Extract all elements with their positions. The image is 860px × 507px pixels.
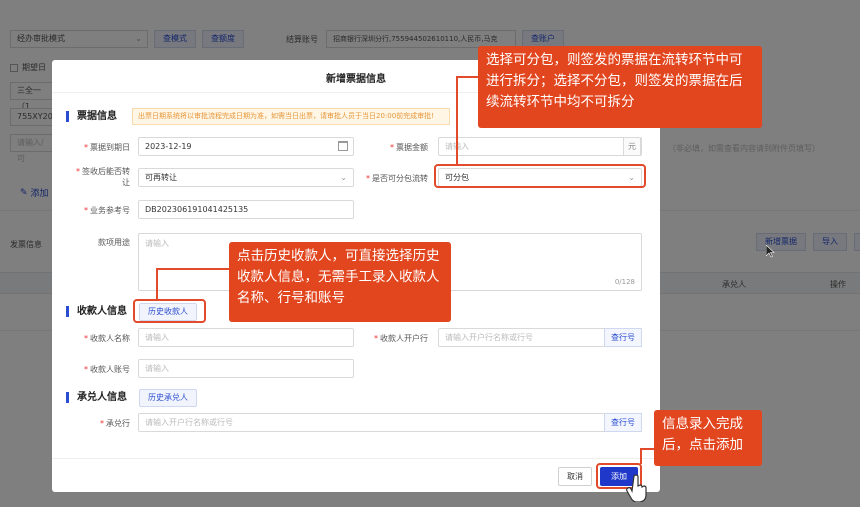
transfer-label: * 签收后能否转让: [76, 167, 130, 187]
footer-divider: [52, 458, 660, 459]
history-pointer-line-h: [156, 268, 230, 270]
history-pointer-line: [156, 268, 158, 300]
payee-bank-label: * 收款人开户行: [374, 334, 428, 343]
amount-field[interactable]: 请输入元: [438, 137, 642, 156]
split-highlight: [434, 164, 646, 188]
transfer-select[interactable]: 可再转让 ⌄: [138, 168, 354, 187]
payee-name-label: * 收款人名称: [84, 334, 130, 343]
history-payee-callout: 点击历史收款人，可直接选择历史收款人信息，无需手工录入收款人名称、行号和账号: [229, 242, 451, 322]
payee-account-label: * 收款人账号: [84, 365, 130, 374]
acceptor-bank-field[interactable]: 请输入开户行名称或行号 查行号: [138, 413, 642, 432]
amount-label: * 票据金额: [390, 143, 428, 152]
section-acceptor-title: 承兑人信息: [66, 392, 127, 403]
add-pointer-line: [640, 448, 642, 464]
payee-name-field[interactable]: 请输入: [138, 328, 354, 347]
ref-label: * 业务参考号: [84, 206, 130, 215]
history-acceptor-button[interactable]: 历史承兑人: [139, 389, 197, 407]
calendar-icon: [338, 141, 348, 151]
payee-bank-lookup-button[interactable]: 查行号: [604, 328, 642, 347]
purpose-label: 款项用途: [98, 238, 130, 247]
split-callout: 选择可分包，则签发的票据在流转环节中可进行拆分；选择不分包，则签发的票据在后续流…: [478, 46, 762, 128]
section-payee-title: 收款人信息: [66, 306, 127, 317]
chevron-down-icon: ⌄: [340, 173, 347, 182]
payee-account-field[interactable]: 请输入: [138, 359, 354, 378]
history-payee-highlight: [133, 299, 206, 323]
section-bill-title: 票据信息: [66, 111, 117, 122]
notice-banner: 出票日期系统将以审批流程完成日期为准，如需当日出票，请审批人员于当日20:00前…: [132, 108, 450, 125]
split-pointer-line: [456, 76, 458, 166]
due-date-label: * 票据到期日: [84, 143, 130, 152]
purpose-count: 0/128: [614, 278, 635, 286]
cancel-button[interactable]: 取消: [558, 467, 592, 486]
ref-field[interactable]: DB202306191041425135: [138, 200, 354, 219]
acceptor-bank-label: * 承兑行: [100, 419, 130, 428]
payee-bank-field[interactable]: 请输入开户行名称或行号 查行号: [438, 328, 642, 347]
arrow-cursor-icon: [766, 245, 775, 258]
add-callout: 信息录入完成后，点击添加: [654, 410, 762, 466]
split-pointer-line-h: [456, 76, 480, 78]
amount-unit: 元: [623, 137, 641, 156]
hand-cursor-icon: [626, 474, 647, 502]
due-date-field[interactable]: 2023-12-19: [138, 137, 354, 156]
acceptor-bank-lookup-button[interactable]: 查行号: [604, 413, 642, 432]
split-label: * 是否可分包流转: [366, 174, 428, 183]
